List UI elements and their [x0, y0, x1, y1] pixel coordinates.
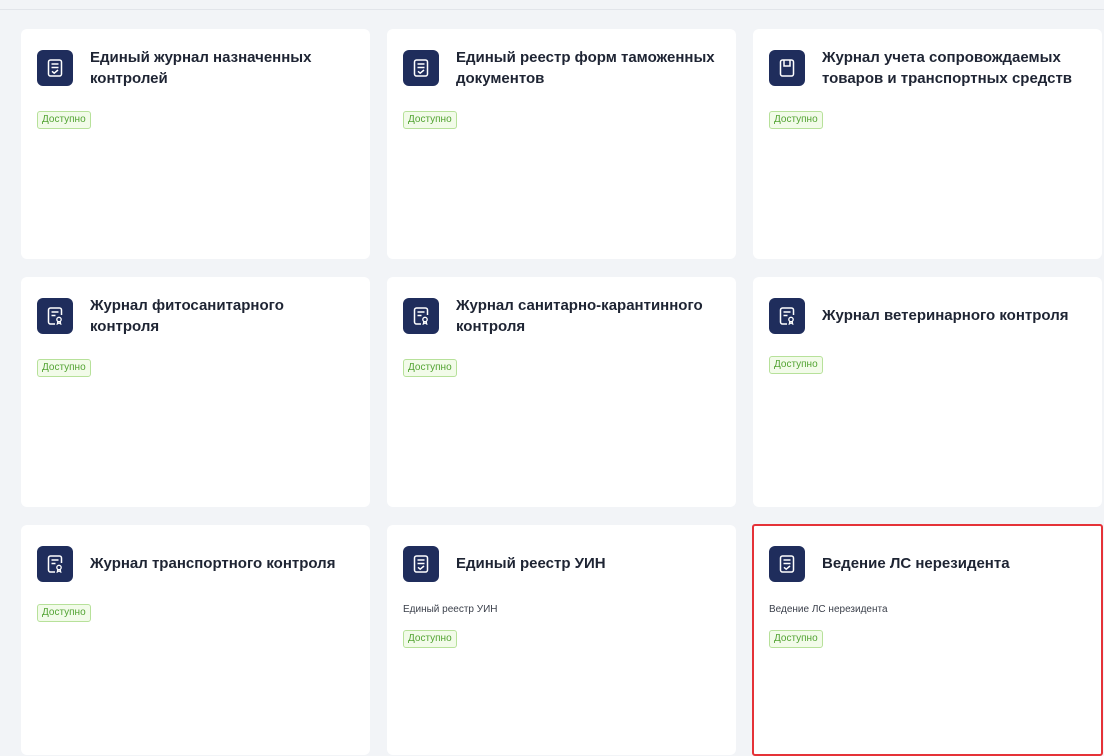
card-title: Журнал санитарно-карантинного контроля [456, 297, 703, 335]
document-certificate-icon [37, 546, 73, 582]
status-badge: Доступно [403, 111, 457, 129]
document-check-icon [37, 50, 73, 86]
service-card-veterinary-journal[interactable]: Журнал ветеринарного контроля Доступно [753, 277, 1102, 507]
status-badge: Доступно [769, 111, 823, 129]
status-badge: Доступно [769, 356, 823, 374]
service-card-uin-registry[interactable]: Единый реестр УИН Единый реестр УИН Дост… [387, 525, 736, 755]
document-folded-icon [769, 50, 805, 86]
document-certificate-icon [403, 298, 439, 334]
card-title: Единый реестр УИН [456, 555, 606, 572]
top-divider [0, 0, 1104, 10]
document-check-icon [769, 546, 805, 582]
service-card-phytosanitary-journal[interactable]: Журнал фитосанитарного контроля Доступно [21, 277, 370, 507]
card-title: Журнал учета сопровождаемых товаров и тр… [822, 49, 1073, 87]
status-badge: Доступно [403, 630, 457, 648]
status-badge: Доступно [403, 359, 457, 377]
document-certificate-icon [37, 298, 73, 334]
status-badge: Доступно [769, 630, 823, 648]
status-badge: Доступно [37, 359, 91, 377]
service-card-escorted-goods-journal[interactable]: Журнал учета сопровождаемых товаров и тр… [753, 29, 1102, 259]
service-card-nonresident-account[interactable]: Ведение ЛС нерезидента Ведение ЛС нерези… [752, 524, 1103, 756]
card-description: Ведение ЛС нерезидента [769, 604, 888, 615]
document-check-icon [403, 546, 439, 582]
card-title: Единый журнал назначенных контролей [90, 49, 312, 87]
card-title: Единый реестр форм таможенных документов [456, 49, 715, 87]
status-badge: Доступно [37, 111, 91, 129]
card-title: Журнал ветеринарного контроля [822, 307, 1069, 324]
card-description: Единый реестр УИН [403, 604, 498, 615]
service-card-customs-forms-registry[interactable]: Единый реестр форм таможенных документов… [387, 29, 736, 259]
document-certificate-icon [769, 298, 805, 334]
service-card-grid: Единый журнал назначенных контролей Дост… [21, 29, 1103, 756]
document-check-icon [403, 50, 439, 86]
card-title: Ведение ЛС нерезидента [822, 555, 1010, 572]
card-title: Журнал транспортного контроля [90, 555, 336, 572]
service-card-transport-control-journal[interactable]: Журнал транспортного контроля Доступно [21, 525, 370, 755]
service-card-sanitary-quarantine-journal[interactable]: Журнал санитарно-карантинного контроля Д… [387, 277, 736, 507]
card-title: Журнал фитосанитарного контроля [90, 297, 284, 335]
status-badge: Доступно [37, 604, 91, 622]
service-card-unified-control-journal[interactable]: Единый журнал назначенных контролей Дост… [21, 29, 370, 259]
